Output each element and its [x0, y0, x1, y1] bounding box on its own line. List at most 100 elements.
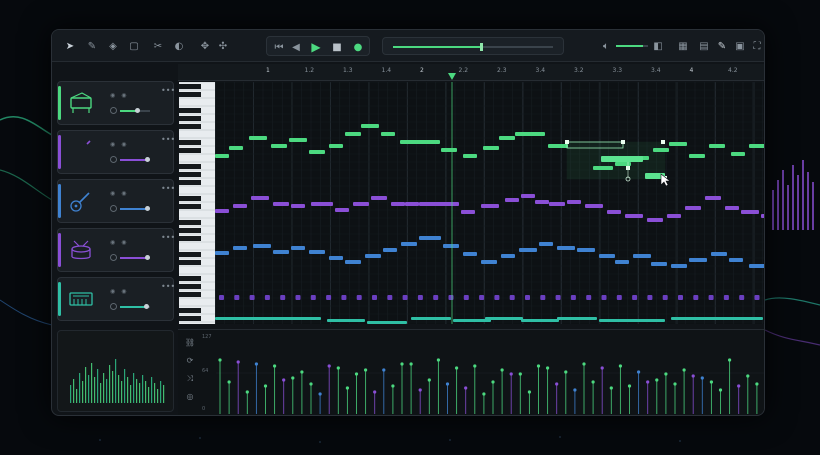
velocity-point: [400, 362, 404, 366]
track-menu-icon[interactable]: •••: [161, 135, 175, 144]
level-meter-bar: [88, 375, 90, 403]
drum-kit-icon: [71, 240, 91, 260]
velocity-point: [728, 358, 732, 362]
drum-hit: [693, 295, 699, 300]
settings-icon[interactable]: ▣: [732, 38, 748, 54]
track-mute-solo[interactable]: ◉◉: [110, 190, 132, 197]
ruler-label: 1.3: [343, 67, 353, 74]
midi-note: [463, 154, 477, 158]
track-menu-icon[interactable]: •••: [161, 282, 175, 291]
piano-roll-view-icon[interactable]: ▤: [696, 38, 712, 54]
track-pan-knob[interactable]: [110, 156, 117, 163]
play-button[interactable]: ▶: [308, 39, 324, 55]
piano-keys[interactable]: [179, 81, 215, 324]
level-meter-bar: [118, 375, 120, 403]
track-pan-knob[interactable]: [110, 254, 117, 261]
black-key: [179, 228, 201, 233]
velocity-point: [655, 378, 659, 382]
midi-note: [667, 214, 681, 218]
master-volume-slider[interactable]: [616, 45, 648, 47]
track-mute-solo[interactable]: ◉◉: [110, 92, 132, 99]
track-synth[interactable]: ◉◉ •••: [57, 277, 175, 321]
track-volume-slider[interactable]: [120, 255, 150, 260]
velocity-point: [455, 366, 459, 370]
piano-roll-grid[interactable]: [215, 82, 764, 324]
velocity-point: [564, 370, 568, 374]
record-button[interactable]: ●: [350, 39, 366, 55]
velocity-lanes[interactable]: [178, 330, 764, 416]
drum-hit: [402, 295, 408, 300]
track-drums[interactable]: ◉◉ •••: [57, 228, 175, 272]
rewind-icon[interactable]: ◀: [288, 39, 304, 55]
eraser-tool-icon[interactable]: ◈: [105, 38, 121, 54]
track-menu-icon[interactable]: •••: [161, 86, 175, 95]
midi-note: [749, 264, 764, 268]
velocity-point: [491, 380, 495, 384]
track-volume-handle[interactable]: [145, 255, 150, 260]
velocity-point: [364, 368, 368, 372]
midi-note: [557, 317, 597, 320]
song-position-bar[interactable]: [382, 37, 564, 55]
velocity-point: [646, 380, 650, 384]
track-volume-fill: [120, 306, 146, 308]
track-volume-handle[interactable]: [145, 157, 150, 162]
playhead-marker[interactable]: [448, 73, 456, 80]
stop-button[interactable]: ■: [329, 39, 345, 55]
black-key: [179, 276, 201, 281]
track-mute-solo[interactable]: ◉◉: [110, 239, 132, 246]
midi-note: [671, 317, 763, 320]
track-volume-handle[interactable]: [145, 206, 150, 211]
track-acoustic-guitar[interactable]: ◉◉ •••: [57, 179, 175, 223]
midi-note: [419, 236, 441, 240]
fullscreen-icon[interactable]: ⛶: [749, 38, 764, 54]
move-tool-icon[interactable]: ✥: [197, 38, 213, 54]
skip-back-icon[interactable]: ⏮: [271, 39, 287, 55]
scissors-tool-icon[interactable]: ✂: [150, 38, 166, 54]
track-mute-solo[interactable]: ◉◉: [110, 141, 132, 148]
midi-note: [291, 246, 305, 250]
black-key: [179, 220, 201, 225]
track-menu-icon[interactable]: •••: [161, 184, 175, 193]
track-color-accent: [58, 135, 61, 169]
track-mute-solo[interactable]: ◉◉: [110, 288, 132, 295]
speaker-icon[interactable]: 🔈︎: [598, 38, 614, 54]
velocity-panel[interactable]: ⛓ ⟳ ⤨ ◎ 127 64 0: [178, 329, 764, 415]
track-volume-slider[interactable]: [120, 108, 150, 113]
midi-note: [577, 248, 595, 252]
selection-handle: [621, 140, 625, 144]
level-meter-bar: [82, 381, 84, 403]
velocity-point: [373, 390, 377, 394]
track-pan-knob[interactable]: [110, 205, 117, 212]
black-key: [179, 92, 201, 97]
track-volume-handle[interactable]: [143, 304, 149, 309]
track-menu-icon[interactable]: •••: [161, 233, 175, 242]
piano-keyboard[interactable]: [179, 81, 215, 324]
midi-note: [405, 202, 419, 206]
track-pan-knob[interactable]: [110, 303, 117, 310]
track-pan-knob[interactable]: [110, 107, 117, 114]
note-grid[interactable]: [215, 82, 764, 324]
track-electric-guitar[interactable]: ◉◉ •••: [57, 130, 175, 174]
midi-note: [401, 242, 417, 246]
edit-mode-icon[interactable]: ✎: [714, 38, 730, 54]
position-handle[interactable]: [480, 43, 483, 51]
timeline-ruler[interactable]: 11.21.31.422.22.33.43.23.33.444.24.34.4: [178, 64, 764, 81]
track-volume-slider[interactable]: [120, 206, 150, 211]
master-volume-fill: [616, 45, 644, 47]
pencil-tool-icon[interactable]: ✎: [84, 38, 100, 54]
track-volume-slider[interactable]: [120, 157, 150, 162]
quantize-tool-icon[interactable]: ✣: [215, 38, 231, 54]
velocity-point: [291, 376, 295, 380]
midi-note: [233, 204, 247, 208]
grid-view-icon[interactable]: ▦: [675, 38, 691, 54]
select-box-tool-icon[interactable]: ▢: [126, 38, 142, 54]
level-meter-bar: [157, 389, 159, 403]
track-volume-handle[interactable]: [134, 108, 140, 113]
level-meter-bar: [139, 383, 141, 403]
track-piano[interactable]: ◉◉ •••: [57, 81, 175, 125]
track-volume-slider[interactable]: [120, 304, 150, 309]
pointer-tool-icon[interactable]: ➤: [62, 38, 78, 54]
paint-bucket-tool-icon[interactable]: ◐: [171, 38, 187, 54]
metronome-icon[interactable]: ◧: [650, 38, 666, 54]
midi-note: [481, 260, 497, 264]
